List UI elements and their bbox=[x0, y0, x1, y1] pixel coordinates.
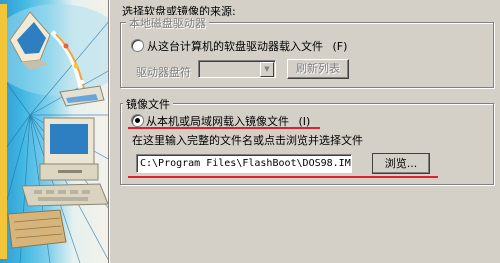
floppy-source-label-text: 从这台计算机的软盘驱动器载入文件 bbox=[147, 40, 323, 53]
panel-divider bbox=[108, 0, 110, 263]
floppy-source-hotkey: (F) bbox=[332, 40, 348, 53]
annotation-underline-radio bbox=[128, 127, 320, 129]
browse-button[interactable]: 浏览... bbox=[372, 153, 430, 174]
image-hint-text: 在这里输入完整的文件名或点击浏览并选择文件 bbox=[132, 134, 363, 147]
floppy-source-radio[interactable] bbox=[131, 39, 144, 52]
image-source-radio[interactable] bbox=[131, 114, 144, 127]
floppy-group-legend: 本地磁盘驱动器 bbox=[126, 15, 209, 31]
refresh-list-button[interactable]: 刷新列表 bbox=[287, 59, 349, 79]
annotation-underline-path bbox=[128, 176, 438, 178]
drive-letter-label: 驱动器盘符 bbox=[136, 66, 191, 79]
image-path-input[interactable]: C:\Program Files\FlashBoot\DOS98.IMG bbox=[136, 154, 352, 173]
wizard-side-image bbox=[0, 0, 108, 263]
drive-letter-select[interactable]: ▼ bbox=[198, 60, 276, 78]
floppy-source-label[interactable]: 从这台计算机的软盘驱动器载入文件 (F) bbox=[147, 38, 347, 54]
radio-selected-dot bbox=[135, 118, 140, 123]
chevron-down-icon[interactable]: ▼ bbox=[260, 62, 274, 77]
image-group-legend: 镜像文件 bbox=[123, 96, 173, 112]
